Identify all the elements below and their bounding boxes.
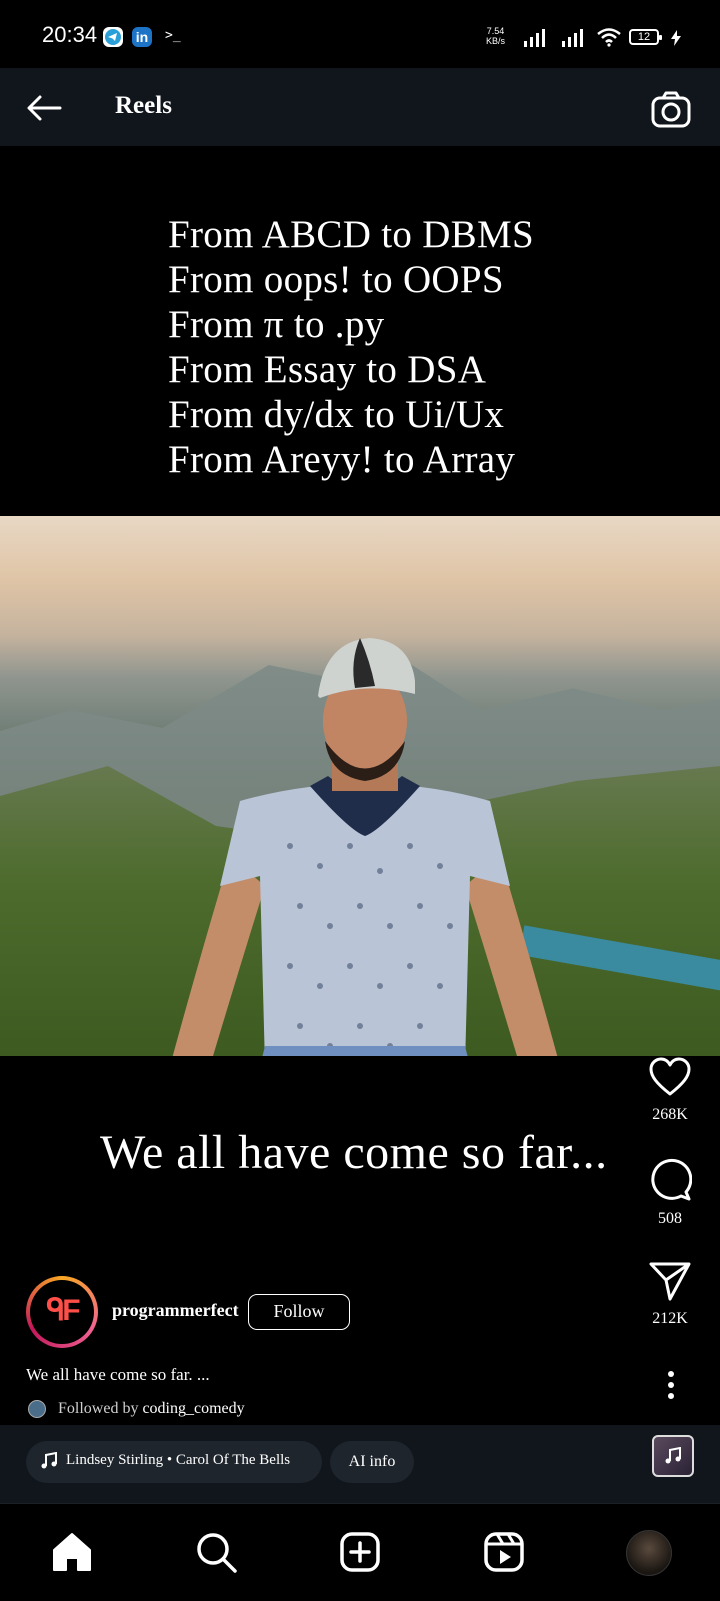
camera-icon[interactable]: [650, 90, 692, 130]
follower-avatar: [28, 1400, 46, 1418]
follow-button[interactable]: Follow: [248, 1294, 350, 1330]
create-icon[interactable]: [338, 1530, 382, 1574]
clock: 20:34: [42, 22, 98, 47]
share-icon[interactable]: [648, 1260, 692, 1302]
telegram-icon: [103, 27, 123, 47]
profile-avatar[interactable]: [626, 1530, 672, 1576]
comment-count: 508: [658, 1210, 682, 1227]
ai-info-chip[interactable]: AI info: [330, 1441, 414, 1483]
bottom-navigation: [0, 1503, 720, 1601]
poem-line: From ABCD to DBMS: [168, 213, 534, 256]
share-count: 212K: [652, 1310, 688, 1327]
arrow-left-icon[interactable]: [24, 88, 64, 128]
search-icon[interactable]: [194, 1530, 238, 1574]
reels-icon[interactable]: [482, 1530, 526, 1574]
reel-description[interactable]: We all have come so far. ...: [26, 1365, 210, 1385]
author-username[interactable]: programmerfect: [112, 1300, 239, 1321]
author-avatar[interactable]: ᑫF: [26, 1276, 98, 1348]
heart-icon[interactable]: [648, 1056, 692, 1098]
audio-thumbnail[interactable]: [652, 1435, 694, 1477]
linkedin-icon: in: [132, 27, 152, 47]
share-action[interactable]: 212K: [630, 1260, 710, 1328]
music-note-icon: [665, 1447, 681, 1464]
music-track-label: Lindsey Stirling • Carol Of The Bells: [66, 1452, 291, 1468]
more-options-icon[interactable]: [664, 1370, 678, 1400]
poem-line: From oops! to OOPS: [168, 258, 504, 301]
music-note-icon: [41, 1452, 57, 1469]
person-meditating-image: [172, 638, 558, 1056]
like-action[interactable]: 268K: [630, 1056, 710, 1124]
wifi-icon: [597, 28, 621, 47]
signal-icon: [524, 29, 545, 47]
reels-header: Reels: [0, 68, 720, 146]
charging-icon: [671, 30, 681, 46]
page-title: Reels: [115, 92, 172, 119]
followed-by-text[interactable]: Followed by coding_comedy: [58, 1400, 245, 1418]
poem-line: From dy/dx to Ui/Ux: [168, 393, 505, 436]
music-bar: Lindsey Stirling • Carol Of The Bells AI…: [0, 1425, 720, 1503]
music-track-chip[interactable]: Lindsey Stirling • Carol Of The Bells: [26, 1441, 322, 1483]
status-bar: 20:34 in >_ 7.54 KB/s 12: [0, 0, 720, 68]
comment-icon[interactable]: [648, 1158, 692, 1202]
home-icon[interactable]: [50, 1530, 94, 1574]
signal-icon-2: [562, 29, 583, 47]
poem-line: From π to .py: [168, 303, 385, 346]
reel-caption-overlay: We all have come so far...: [100, 1126, 608, 1179]
reel-video-frame[interactable]: [0, 516, 720, 1056]
poem-line: From Areyy! to Array: [168, 438, 516, 481]
terminal-icon: >_: [165, 28, 181, 43]
network-speed: 7.54 KB/s: [486, 26, 506, 46]
like-count: 268K: [652, 1106, 688, 1123]
comment-action[interactable]: 508: [630, 1158, 710, 1228]
battery-indicator: 12: [629, 29, 662, 45]
reel-poem-text: From ABCD to DBMS From oops! to OOPS Fro…: [168, 212, 688, 482]
poem-line: From Essay to DSA: [168, 348, 487, 391]
